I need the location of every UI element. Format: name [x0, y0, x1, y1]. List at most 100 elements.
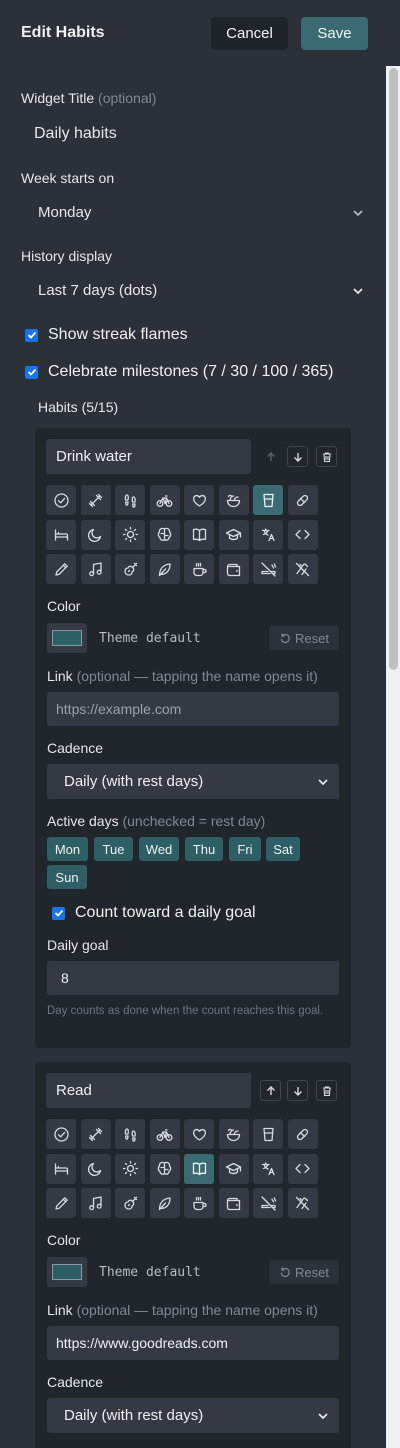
moon-icon: [87, 528, 102, 543]
bed-icon-option[interactable]: [46, 1153, 76, 1184]
salad-icon-option[interactable]: [218, 1119, 249, 1149]
celebrate-row[interactable]: Celebrate milestones (7 / 30 / 100 / 365…: [25, 363, 334, 381]
week-starts-select[interactable]: Monday: [38, 204, 364, 221]
wallet-icon-option[interactable]: [218, 1188, 249, 1218]
scrollbar-thumb[interactable]: [389, 68, 398, 670]
brain-icon-option[interactable]: [149, 519, 180, 550]
daily-goal-input[interactable]: 8: [47, 961, 339, 995]
pill-icon-option[interactable]: [287, 1119, 318, 1149]
check-circle-icon-option[interactable]: [46, 1119, 76, 1149]
link-optional: (optional — tapping the name opens it): [76, 668, 318, 684]
reset-color-button[interactable]: Reset: [269, 1260, 339, 1284]
habit-name-input[interactable]: Read: [46, 1073, 251, 1108]
glass-icon-option[interactable]: [253, 1119, 283, 1149]
reset-color-button[interactable]: Reset: [269, 626, 339, 650]
day-chip-tue[interactable]: Tue: [94, 837, 133, 861]
color-picker[interactable]: [47, 623, 87, 653]
arrow-up-icon: [266, 451, 275, 461]
graduation-cap-icon-option[interactable]: [218, 519, 249, 550]
pencil-icon: [54, 1196, 68, 1210]
leaf-icon-option[interactable]: [149, 1188, 180, 1218]
code-icon-option[interactable]: [287, 1153, 318, 1184]
music-icon: [89, 561, 102, 576]
cancel-button[interactable]: Cancel: [211, 17, 288, 50]
leaf-icon: [158, 562, 171, 576]
color-picker[interactable]: [47, 1257, 87, 1287]
pill-icon-option[interactable]: [287, 485, 318, 515]
no-smoking-icon-option[interactable]: [253, 554, 283, 584]
footprints-icon-option[interactable]: [115, 485, 145, 515]
pencil-icon-option[interactable]: [46, 1188, 76, 1218]
check-circle-icon-option[interactable]: [46, 485, 76, 515]
dumbbell-icon-option[interactable]: [80, 485, 111, 515]
day-chip-fri[interactable]: Fri: [229, 837, 261, 861]
glass-icon-option[interactable]: [253, 485, 283, 515]
guitar-icon-option[interactable]: [115, 1188, 145, 1218]
day-chip-mon[interactable]: Mon: [47, 837, 88, 861]
show-streak-row[interactable]: Show streak flames: [25, 326, 188, 344]
move-down-button[interactable]: [287, 1080, 308, 1101]
guitar-icon-option[interactable]: [115, 554, 145, 584]
book-icon-option[interactable]: [184, 519, 214, 550]
move-up-button[interactable]: [260, 446, 281, 467]
week-starts-label: Week starts on: [21, 170, 115, 186]
pencil-icon-option[interactable]: [46, 554, 76, 584]
widget-title-input[interactable]: Daily habits: [34, 125, 117, 143]
active-days-label: Active days (unchecked = rest day): [47, 813, 265, 829]
code-icon-option[interactable]: [287, 519, 318, 550]
heart-icon-option[interactable]: [184, 485, 214, 515]
day-chip-sat[interactable]: Sat: [266, 837, 300, 861]
bike-icon-option[interactable]: [149, 485, 180, 515]
celebrate-checkbox[interactable]: [25, 365, 38, 379]
salad-icon-option[interactable]: [218, 485, 249, 515]
coffee-icon-option[interactable]: [184, 1188, 214, 1218]
music-icon-option[interactable]: [80, 554, 111, 584]
heart-icon: [192, 494, 206, 507]
widget-title-optional: (optional): [98, 90, 157, 106]
delete-button[interactable]: [316, 446, 337, 467]
day-chip-sun[interactable]: Sun: [47, 865, 87, 889]
translate-icon-option[interactable]: [253, 519, 283, 550]
coffee-icon-option[interactable]: [184, 554, 214, 584]
day-chip-thu[interactable]: Thu: [185, 837, 223, 861]
music-icon-option[interactable]: [80, 1188, 111, 1218]
no-smoking-icon: [260, 561, 276, 577]
delete-button[interactable]: [316, 1080, 337, 1101]
no-alcohol-icon-option[interactable]: [287, 1188, 318, 1218]
bike-icon-option[interactable]: [149, 1119, 180, 1149]
bed-icon: [54, 1163, 68, 1175]
leaf-icon-option[interactable]: [149, 554, 180, 584]
brain-icon-option[interactable]: [149, 1153, 180, 1184]
link-input[interactable]: https://example.com: [47, 692, 339, 726]
wallet-icon-option[interactable]: [218, 554, 249, 584]
habit-name-input[interactable]: Drink water: [46, 439, 251, 474]
link-input[interactable]: https://www.goodreads.com: [47, 1326, 339, 1360]
footprints-icon-option[interactable]: [115, 1119, 145, 1149]
bed-icon-option[interactable]: [46, 519, 76, 550]
book-icon-option[interactable]: [184, 1153, 214, 1184]
moon-icon-option[interactable]: [80, 519, 111, 550]
cadence-value: Daily (with rest days): [64, 1407, 204, 1424]
show-streak-checkbox[interactable]: [25, 328, 38, 342]
sun-icon-option[interactable]: [115, 519, 145, 550]
day-chip-wed[interactable]: Wed: [139, 837, 179, 861]
count-goal-row[interactable]: Count toward a daily goal: [52, 904, 256, 922]
heart-icon-option[interactable]: [184, 1119, 214, 1149]
sun-icon-option[interactable]: [115, 1153, 145, 1184]
dumbbell-icon-option[interactable]: [80, 1119, 111, 1149]
graduation-cap-icon: [225, 528, 242, 541]
cadence-select[interactable]: Daily (with rest days): [47, 1398, 339, 1433]
cadence-select[interactable]: Daily (with rest days): [47, 764, 339, 799]
count-goal-checkbox[interactable]: [52, 906, 65, 920]
wallet-icon: [226, 563, 241, 576]
move-up-button[interactable]: [260, 1080, 281, 1101]
save-button[interactable]: Save: [301, 17, 368, 50]
move-down-button[interactable]: [287, 446, 308, 467]
moon-icon-option[interactable]: [80, 1153, 111, 1184]
history-select[interactable]: Last 7 days (dots): [38, 282, 364, 299]
no-alcohol-icon-option[interactable]: [287, 554, 318, 584]
translate-icon-option[interactable]: [253, 1153, 283, 1184]
undo-icon: [280, 1267, 290, 1278]
no-smoking-icon-option[interactable]: [253, 1188, 283, 1218]
graduation-cap-icon-option[interactable]: [218, 1153, 249, 1184]
